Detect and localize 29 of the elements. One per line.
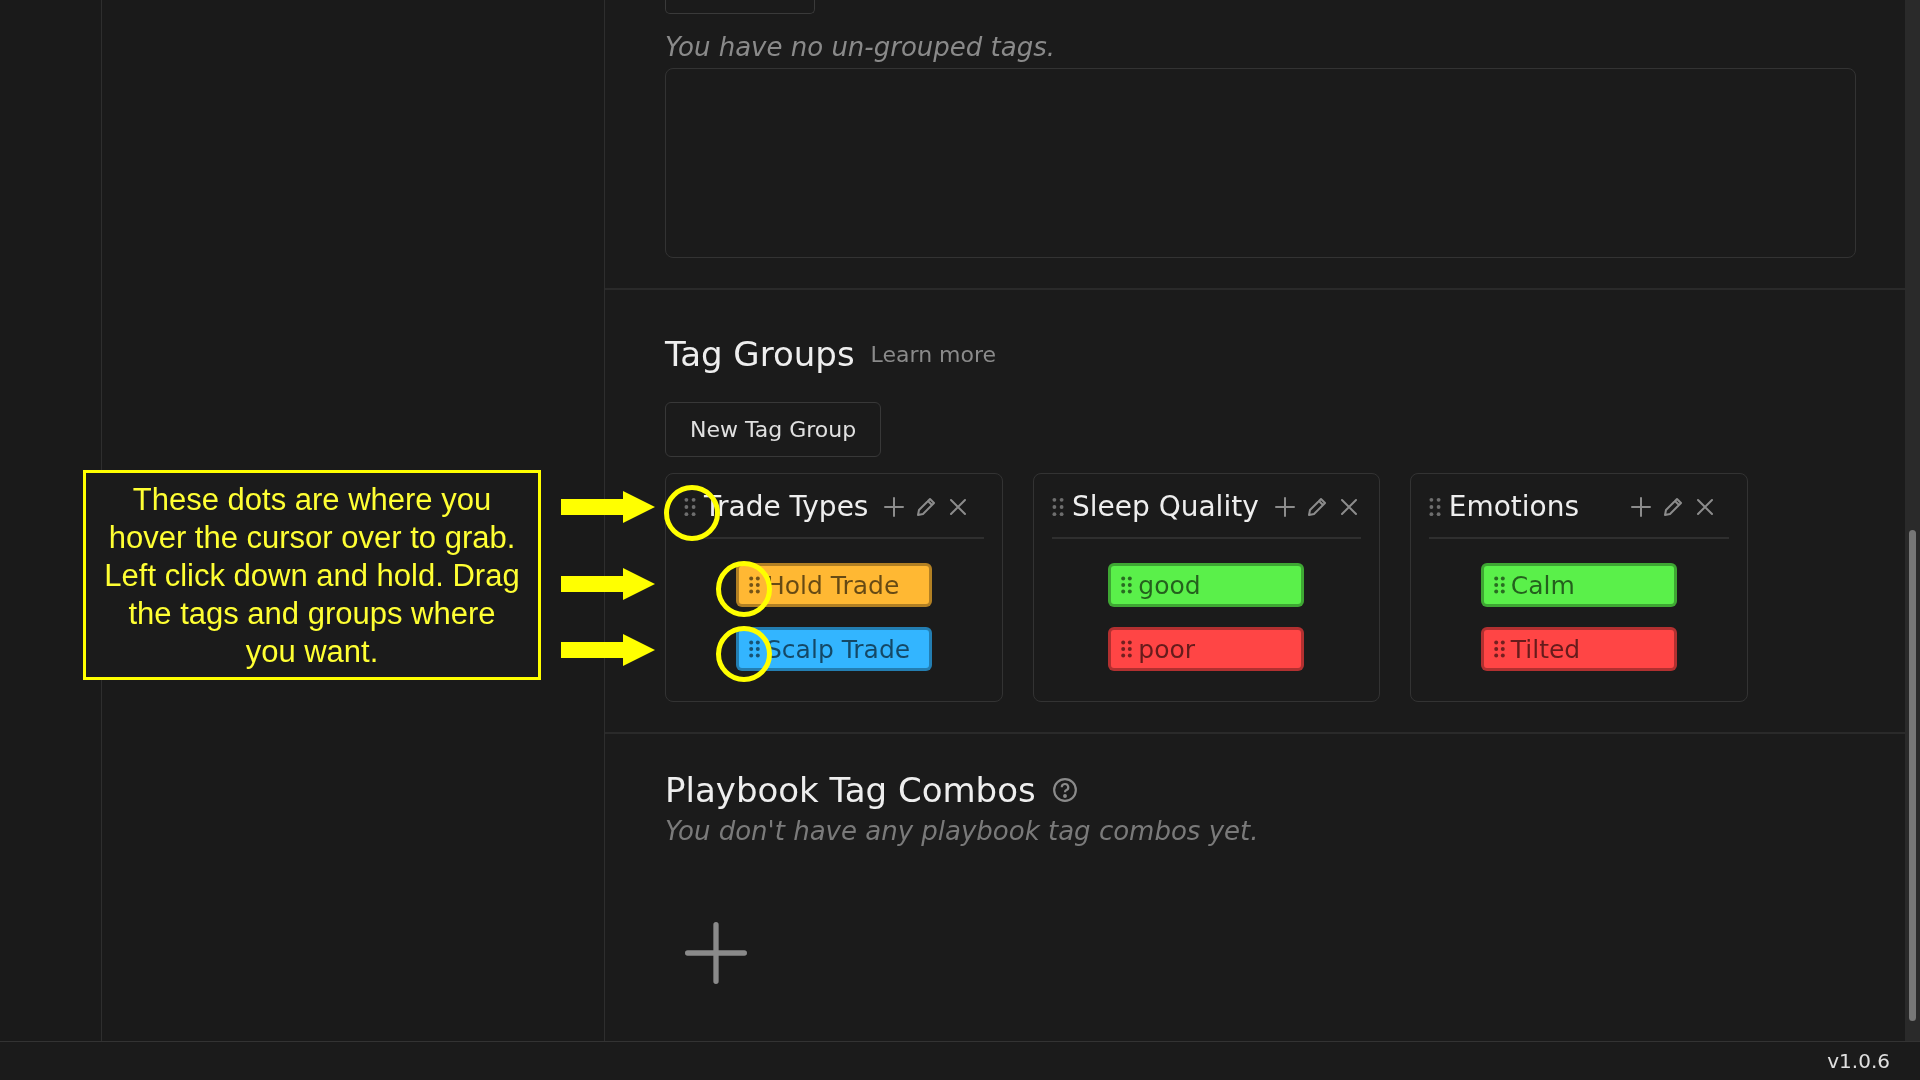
group-name: Sleep Quality (1072, 490, 1259, 523)
annotation-callout: These dots are where you hover the cursor over to grab. Left click down and hold. Drag the tags and groups where you want. (83, 470, 541, 680)
section-title: Tag Groups (665, 334, 855, 374)
new-tag-group-button[interactable]: New Tag Group (665, 402, 882, 457)
empty-message: You have no un-grouped tags. (665, 32, 1056, 62)
tag-chip[interactable]: good (1108, 563, 1305, 607)
add-icon[interactable] (685, 922, 747, 984)
drag-handle-icon[interactable] (1493, 576, 1505, 594)
version-label: v1.0.6 (1827, 1049, 1890, 1073)
drag-handle-icon[interactable] (1428, 496, 1441, 517)
tag-chip[interactable]: Calm (1480, 563, 1677, 607)
drag-handle-icon[interactable] (1121, 576, 1133, 594)
learn-more-link[interactable]: Learn more (870, 341, 997, 367)
add-icon[interactable] (882, 494, 907, 519)
tag-chip[interactable]: Tilted (1480, 627, 1677, 671)
add-icon[interactable] (1272, 494, 1297, 519)
help-icon[interactable] (1051, 777, 1078, 803)
group-name: Emotions (1448, 490, 1580, 523)
drag-handle-icon[interactable] (749, 576, 760, 594)
drag-handle-icon[interactable] (749, 640, 760, 658)
add-icon[interactable] (1629, 494, 1654, 519)
empty-message: You don't have any playbook tag combos yet. (665, 816, 1260, 846)
section-title: Playbook Tag Combos (665, 770, 1036, 810)
drag-handle-icon[interactable] (684, 496, 696, 517)
scrollbar[interactable] (1905, 0, 1920, 1041)
drag-handle-icon[interactable] (1493, 640, 1505, 658)
drag-handle-icon[interactable] (1121, 640, 1133, 658)
tag-chip[interactable]: poor (1108, 627, 1305, 671)
drag-handle-icon[interactable] (1052, 496, 1064, 517)
